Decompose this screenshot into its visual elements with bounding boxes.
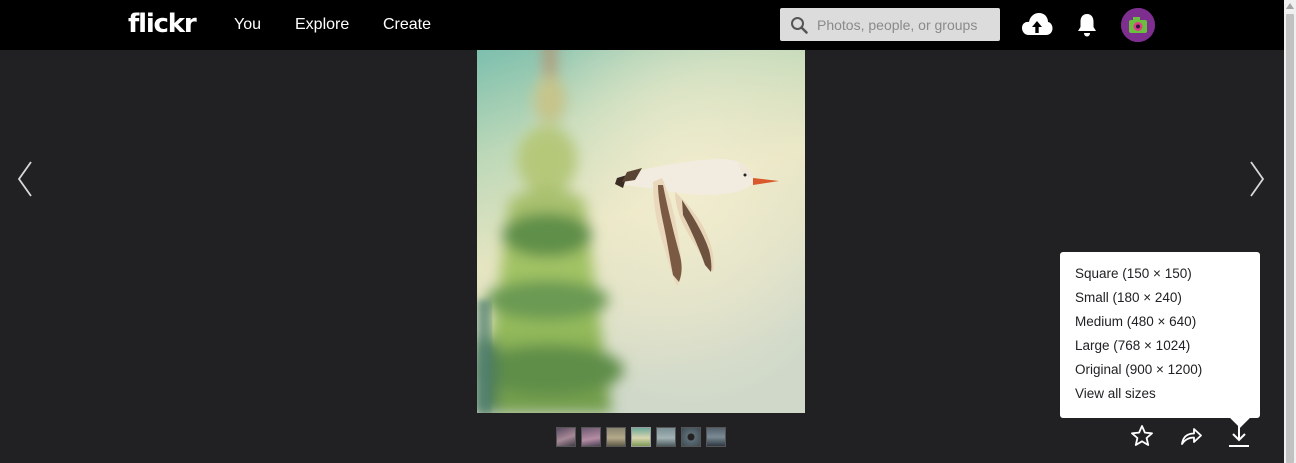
- nav-you[interactable]: You: [234, 16, 261, 34]
- search-icon: [791, 17, 808, 34]
- avatar-camera-icon: [1121, 8, 1155, 42]
- thumbnail-active[interactable]: [631, 427, 651, 447]
- photostream-filmstrip: [556, 427, 726, 447]
- download-size-menu: Square (150 × 150) Small (180 × 240) Med…: [1060, 252, 1260, 418]
- nav-create[interactable]: Create: [383, 16, 431, 34]
- share-icon[interactable]: [1179, 424, 1203, 448]
- upload-cloud-icon[interactable]: [1021, 10, 1053, 40]
- scroll-up-arrow-icon[interactable]: [1286, 3, 1294, 9]
- download-large[interactable]: Large (768 × 1024): [1060, 338, 1260, 362]
- thumbnail[interactable]: [656, 427, 676, 447]
- thumbnail[interactable]: [606, 427, 626, 447]
- search-box[interactable]: [780, 8, 1000, 41]
- seagull-photo-image: [477, 0, 805, 413]
- thumbnail[interactable]: [706, 427, 726, 447]
- chevron-right-icon[interactable]: [1248, 160, 1266, 198]
- thumbnail[interactable]: [556, 427, 576, 447]
- star-icon[interactable]: [1130, 424, 1154, 448]
- view-all-sizes-link[interactable]: View all sizes: [1060, 386, 1260, 410]
- flickr-logo[interactable]: flickr: [128, 9, 197, 39]
- photo-page: flickr You Explore Create Photos, people…: [0, 0, 1296, 463]
- nav-explore[interactable]: Explore: [295, 16, 349, 34]
- thumbnail[interactable]: [581, 427, 601, 447]
- thumbnail[interactable]: [681, 427, 701, 447]
- download-medium[interactable]: Medium (480 × 640): [1060, 314, 1260, 338]
- download-square[interactable]: Square (150 × 150): [1060, 266, 1260, 290]
- search-input[interactable]: [817, 14, 992, 36]
- download-original[interactable]: Original (900 × 1200): [1060, 362, 1260, 386]
- chevron-left-icon[interactable]: [16, 160, 34, 198]
- notification-bell-icon[interactable]: [1076, 12, 1098, 38]
- main-photo[interactable]: [477, 0, 805, 413]
- top-navigation-bar: flickr You Explore Create: [0, 0, 1284, 50]
- scrollbar-thumb[interactable]: [1286, 14, 1294, 463]
- download-small[interactable]: Small (180 × 240): [1060, 290, 1260, 314]
- avatar[interactable]: [1121, 8, 1155, 42]
